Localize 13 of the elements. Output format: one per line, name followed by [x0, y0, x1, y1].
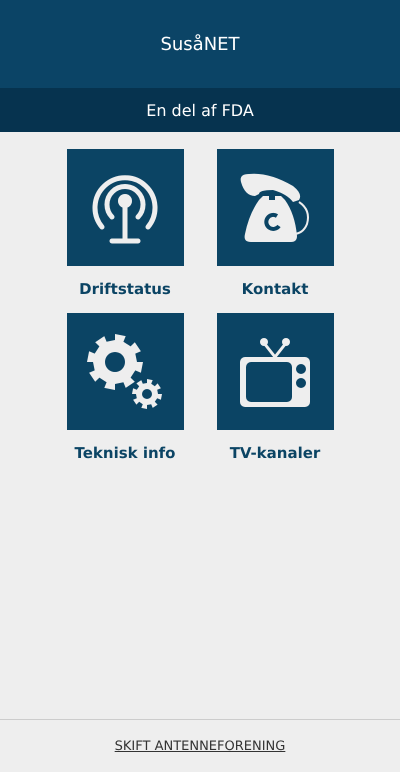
subtitle: En del af FDA: [146, 100, 254, 120]
tile-label[interactable]: Kontakt: [242, 280, 308, 298]
menu-tile[interactable]: [66, 149, 184, 266]
menu-tile[interactable]: [66, 313, 184, 430]
change-association-link[interactable]: SKIFT ANTENNEFORENING: [114, 738, 286, 754]
menu-tile[interactable]: [216, 313, 334, 430]
menu-tile[interactable]: [216, 149, 334, 266]
tile-label[interactable]: Driftstatus: [79, 280, 171, 298]
gears-icon: [85, 332, 165, 412]
television-icon: [238, 336, 312, 406]
tile-label[interactable]: TV-kanaler: [230, 444, 320, 462]
app-title: SusåNET: [160, 34, 240, 54]
tile-label[interactable]: Teknisk info: [74, 444, 176, 462]
